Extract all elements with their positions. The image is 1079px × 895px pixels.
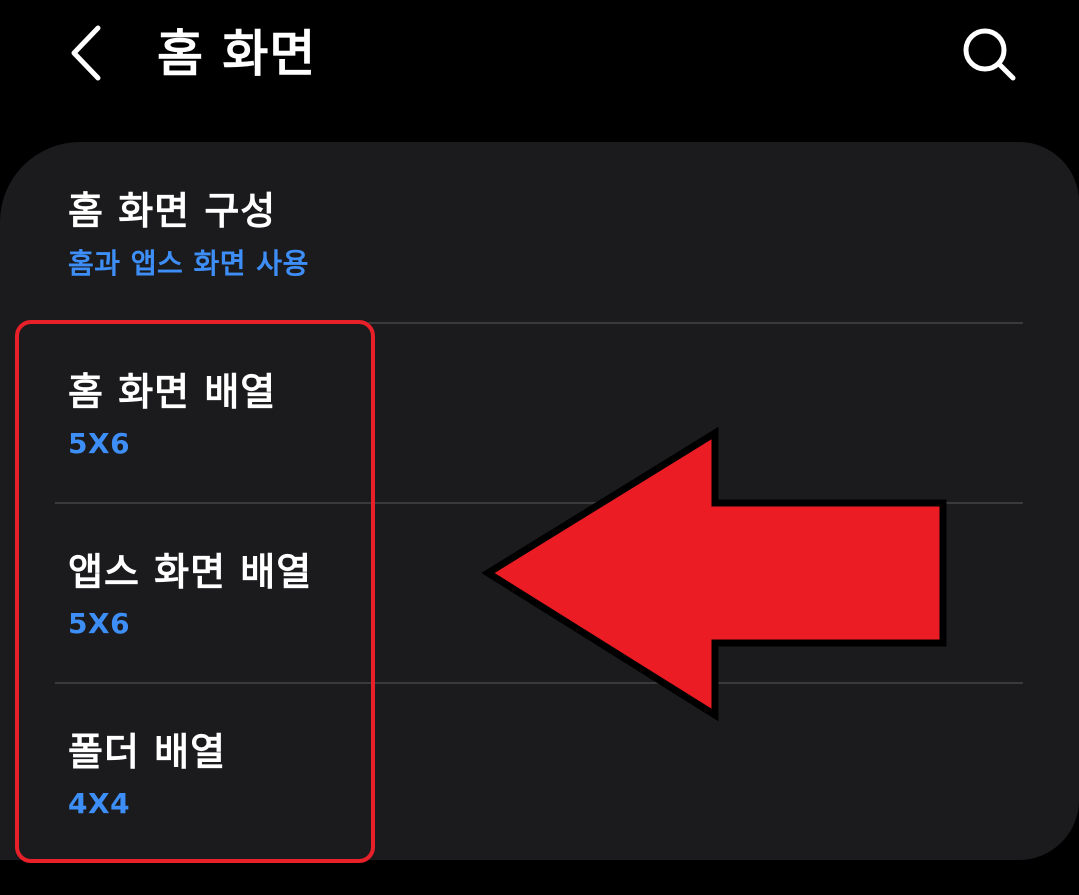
- back-button[interactable]: [58, 18, 118, 88]
- apps-screen-grid-item[interactable]: 앱스 화면 배열 5X6: [0, 504, 1079, 684]
- home-screen-layout-item[interactable]: 홈 화면 구성 홈과 앱스 화면 사용: [0, 142, 1079, 322]
- item-title: 홈 화면 배열: [68, 370, 277, 414]
- item-title: 홈 화면 구성: [68, 189, 277, 233]
- item-title: 폴더 배열: [68, 730, 227, 774]
- item-subtitle: 5X6: [68, 607, 131, 640]
- app-header: 홈 화면: [0, 0, 1079, 110]
- page-title: 홈 화면: [157, 25, 317, 83]
- search-icon: [963, 28, 1016, 81]
- item-subtitle: 5X6: [68, 427, 131, 460]
- settings-card: 홈 화면 구성 홈과 앱스 화면 사용 홈 화면 배열 5X6 앱스 화면 배열…: [0, 142, 1079, 860]
- search-button[interactable]: [955, 20, 1025, 90]
- chevron-left-icon: [71, 25, 101, 81]
- folder-grid-item[interactable]: 폴더 배열 4X4: [0, 684, 1079, 864]
- item-subtitle: 홈과 앱스 화면 사용: [68, 247, 309, 280]
- item-title: 앱스 화면 배열: [68, 550, 313, 594]
- home-screen-grid-item[interactable]: 홈 화면 배열 5X6: [0, 324, 1079, 504]
- item-subtitle: 4X4: [68, 787, 131, 820]
